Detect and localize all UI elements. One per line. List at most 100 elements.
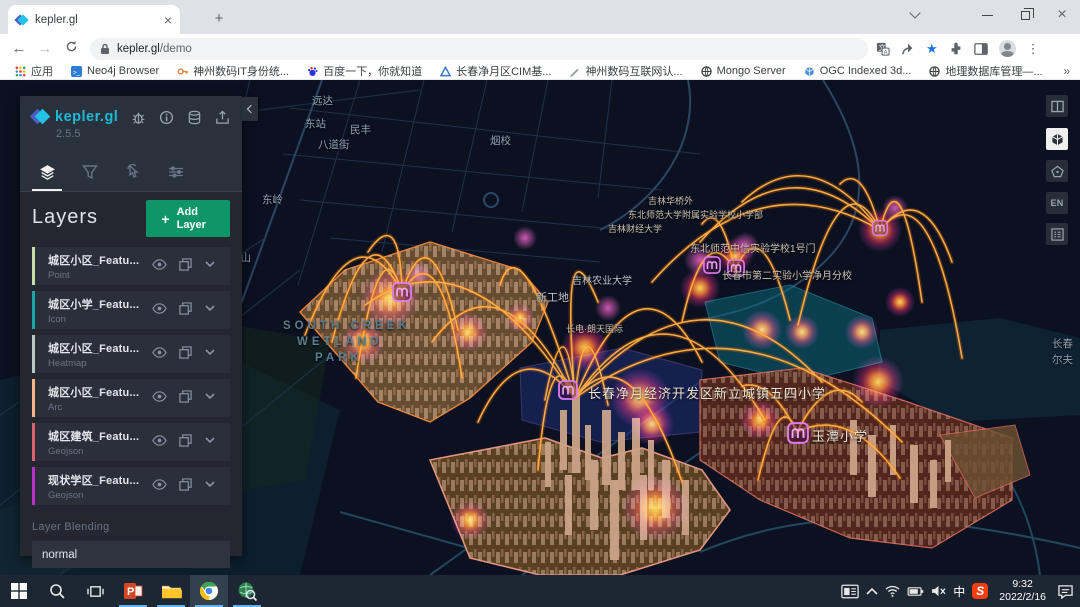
tab-layers[interactable] — [32, 164, 62, 191]
bookmark-identity[interactable]: 神州数码IT身份统... — [170, 64, 296, 79]
news-widget-icon[interactable] — [841, 584, 859, 599]
svg-text:>_: >_ — [73, 69, 81, 76]
layer-color-bar — [32, 379, 35, 417]
profile-avatar[interactable] — [999, 40, 1016, 57]
export-icon[interactable] — [215, 110, 230, 125]
layer-row[interactable]: 城区建筑_Featu... Geojson — [32, 423, 230, 461]
action-center-icon[interactable] — [1057, 584, 1074, 599]
duplicate-icon[interactable] — [179, 390, 192, 403]
split-map-button[interactable] — [1046, 95, 1068, 117]
map-canvas[interactable]: 远达 东站 民丰 八道街 烟校 东岭 家山 SOUTH CREEK WETLAN… — [0, 80, 1080, 575]
layer-type: Icon — [48, 314, 230, 325]
tab-search-icon[interactable] — [896, 0, 934, 30]
layer-row[interactable]: 城区小区_Featu... Heatmap — [32, 335, 230, 373]
wifi-icon[interactable] — [885, 585, 900, 597]
menu-kebab-icon[interactable]: ⋮ — [1027, 41, 1040, 57]
eye-icon[interactable] — [152, 434, 167, 447]
key-icon — [177, 66, 188, 77]
taskbar-chrome[interactable] — [190, 575, 228, 607]
bug-icon[interactable] — [131, 110, 146, 125]
bookmarks-overflow-chevron[interactable]: » — [1063, 64, 1070, 78]
back-button[interactable]: ← — [6, 40, 32, 57]
translate-icon[interactable]: 文A — [876, 42, 890, 56]
share-icon[interactable] — [901, 42, 915, 56]
bookmark-cim[interactable]: 长春净月区CIM基... — [433, 64, 558, 79]
taskbar-file-explorer[interactable] — [152, 575, 190, 607]
bookmark-internet-auth[interactable]: 神州数码互联网认... — [562, 64, 689, 79]
eye-icon[interactable] — [152, 346, 167, 359]
version-label: 2.5.5 — [56, 128, 230, 140]
bookmark-ogc[interactable]: OGC Indexed 3d... — [797, 64, 919, 79]
layer-type: Point — [48, 270, 230, 281]
duplicate-icon[interactable] — [179, 478, 192, 491]
taskbar-clock[interactable]: 9:32 2022/2/16 — [995, 578, 1050, 604]
layer-list: 城区小区_Featu... Point 城区小学_Featu... Icon — [32, 247, 230, 505]
side-panel-icon[interactable] — [974, 42, 988, 56]
layer-type: Geojson — [48, 446, 230, 457]
chevron-down-icon[interactable] — [204, 390, 216, 402]
eye-icon[interactable] — [152, 302, 167, 315]
school-marker-icon — [873, 221, 887, 235]
layer-row[interactable]: 城区小学_Featu... Icon — [32, 291, 230, 329]
draw-polygon-button[interactable] — [1046, 160, 1068, 182]
tab-filters[interactable] — [75, 164, 105, 191]
chevron-down-icon[interactable] — [204, 434, 216, 446]
taskbar-powerpoint[interactable]: P — [114, 575, 152, 607]
database-icon[interactable] — [187, 110, 202, 125]
layer-row[interactable]: 城区小区_Featu... Arc — [32, 379, 230, 417]
apps-grid-icon — [15, 66, 26, 77]
bookmark-star-icon[interactable]: ★ — [926, 41, 938, 57]
duplicate-icon[interactable] — [179, 258, 192, 271]
minimize-button[interactable] — [968, 0, 1006, 30]
eye-icon[interactable] — [152, 478, 167, 491]
taskbar-search-button[interactable] — [38, 575, 76, 607]
tab-interactions[interactable] — [118, 164, 148, 191]
eye-icon[interactable] — [152, 390, 167, 403]
school-marker-icon — [728, 260, 744, 276]
taskbar-gis-app[interactable] — [228, 575, 266, 607]
layer-row[interactable]: 城区小区_Featu... Point — [32, 247, 230, 285]
locale-button[interactable]: EN — [1046, 192, 1068, 214]
browser-toolbar: ← → kepler.gl/demo 文A ★ ⋮ — [0, 34, 1080, 63]
reload-button[interactable] — [58, 40, 84, 57]
sogou-input-icon[interactable]: S — [972, 583, 988, 599]
tray-expand-chevron-icon[interactable] — [866, 587, 878, 595]
volume-muted-icon[interactable] — [931, 585, 946, 597]
chevron-down-icon[interactable] — [204, 346, 216, 358]
bookmark-geodb[interactable]: 地理数据库管理—... — [922, 64, 1049, 79]
tab-close-icon[interactable]: × — [164, 13, 172, 27]
legend-button[interactable] — [1046, 223, 1068, 245]
chevron-down-icon[interactable] — [204, 302, 216, 314]
duplicate-icon[interactable] — [179, 302, 192, 315]
bookmark-apps[interactable]: 应用 — [8, 64, 60, 79]
close-button[interactable]: × — [1043, 0, 1080, 30]
panel-collapse-button[interactable] — [242, 97, 258, 121]
duplicate-icon[interactable] — [179, 346, 192, 359]
toggle-3d-button[interactable] — [1046, 128, 1068, 150]
battery-icon[interactable] — [907, 586, 924, 597]
add-layer-button[interactable]: +Add Layer — [146, 200, 230, 237]
bookmark-mongo[interactable]: Mongo Server — [694, 64, 793, 79]
bookmark-baidu[interactable]: 百度一下，你就知道 — [300, 64, 429, 79]
layer-row[interactable]: 现状学区_Featu... Geojson — [32, 467, 230, 505]
chevron-down-icon[interactable] — [204, 478, 216, 490]
layer-type: Arc — [48, 402, 230, 413]
extensions-icon[interactable] — [949, 42, 963, 56]
layer-blending-select[interactable]: normal — [32, 541, 230, 568]
start-button[interactable] — [0, 575, 38, 607]
eye-icon[interactable] — [152, 258, 167, 271]
bookmark-neo4j[interactable]: >_ Neo4j Browser — [64, 64, 166, 79]
browser-tab[interactable]: kepler.gl × — [8, 5, 180, 34]
info-icon[interactable] — [159, 110, 174, 125]
school-marker-icon — [393, 283, 411, 301]
ime-indicator[interactable]: 中 — [953, 583, 965, 600]
duplicate-icon[interactable] — [179, 434, 192, 447]
task-view-button[interactable] — [76, 575, 114, 607]
new-tab-button[interactable]: + — [208, 8, 230, 30]
chevron-down-icon[interactable] — [204, 258, 216, 270]
address-bar[interactable]: kepler.gl/demo — [90, 38, 868, 60]
bookmarks-bar: 应用 >_ Neo4j Browser 神州数码IT身份统... 百度一下，你就… — [0, 63, 1080, 80]
restore-button[interactable] — [1006, 0, 1044, 30]
tab-basemap[interactable] — [161, 164, 191, 191]
forward-button[interactable]: → — [32, 40, 58, 57]
